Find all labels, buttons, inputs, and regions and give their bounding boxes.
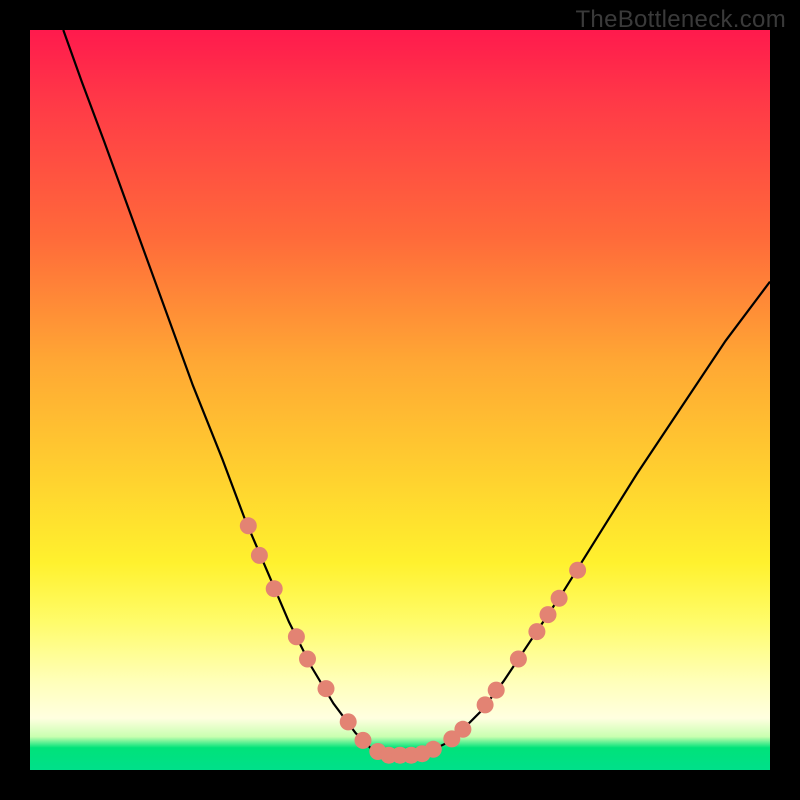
data-dot: [510, 651, 527, 668]
chart-frame: TheBottleneck.com: [0, 0, 800, 800]
data-dot: [266, 580, 283, 597]
curve-layer: [30, 30, 770, 770]
data-dot: [318, 680, 335, 697]
data-dot: [569, 562, 586, 579]
watermark-text: TheBottleneck.com: [575, 6, 786, 34]
data-dot: [251, 547, 268, 564]
data-dot: [454, 721, 471, 738]
data-dot: [477, 696, 494, 713]
data-dot: [355, 732, 372, 749]
data-dot: [240, 517, 257, 534]
data-dot: [288, 628, 305, 645]
bottleneck-curve: [63, 30, 770, 755]
data-dot: [488, 682, 505, 699]
data-dot: [340, 713, 357, 730]
data-dot: [540, 606, 557, 623]
data-dots: [240, 517, 586, 763]
data-dot: [528, 623, 545, 640]
data-dot: [299, 651, 316, 668]
data-dot: [425, 741, 442, 758]
data-dot: [551, 590, 568, 607]
